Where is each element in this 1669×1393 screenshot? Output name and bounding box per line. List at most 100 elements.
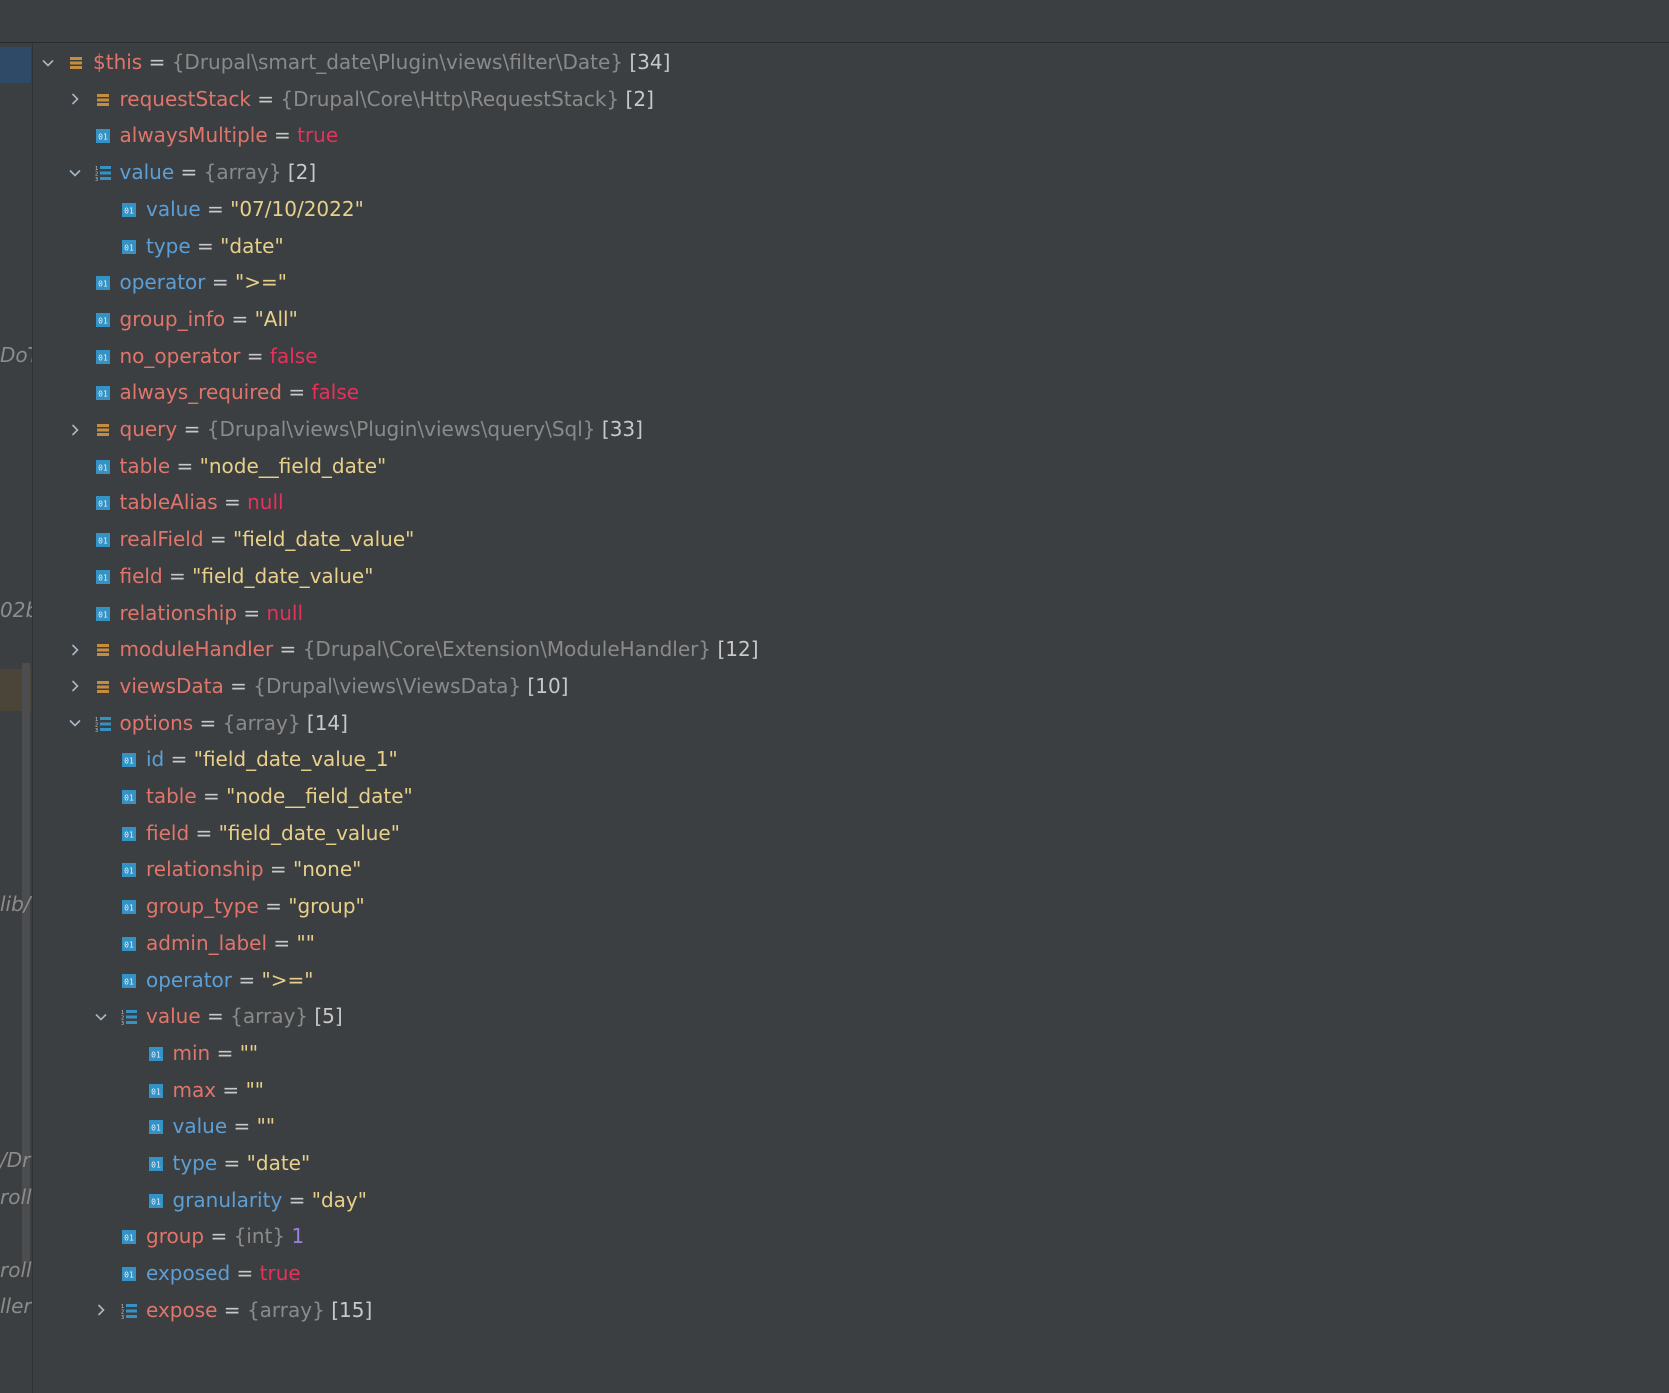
variable-name: no_operator: [119, 343, 241, 368]
variable-value: null: [266, 600, 304, 625]
tree-row[interactable]: $this = {Drupal\smart_date\Plugin\views\…: [33, 43, 1669, 82]
variable-value: null: [247, 490, 284, 515]
variable-name: realField: [119, 527, 204, 552]
equals-sign: =: [232, 967, 262, 992]
debugger-toolbar: [0, 0, 1669, 43]
variable-name: operator: [146, 967, 233, 992]
tree-row[interactable]: moduleHandler = {Drupal\Core\Extension\M…: [33, 630, 1669, 669]
tree-row[interactable]: 01 always_required = false: [33, 373, 1669, 412]
tree-row[interactable]: 01 max = "": [33, 1071, 1669, 1110]
chevron-right-icon[interactable]: [66, 667, 84, 706]
tree-row[interactable]: 01 operator = ">=": [33, 961, 1669, 1000]
chevron-right-icon[interactable]: [92, 1291, 110, 1330]
tree-row[interactable]: 1 2 3 options = {array} [14]: [33, 704, 1669, 743]
tree-row[interactable]: requestStack = {Drupal\Core\Http\Request…: [33, 80, 1669, 119]
variable-name: id: [146, 747, 165, 772]
gutter-scrollbar[interactable]: [22, 663, 30, 1263]
tree-row[interactable]: 01 no_operator = false: [33, 337, 1669, 376]
variable-name: viewsData: [119, 673, 224, 698]
tree-row[interactable]: 01 tableAlias = null: [33, 483, 1669, 522]
equals-sign: =: [237, 600, 267, 625]
tree-row[interactable]: 01 field = "field_date_value": [33, 814, 1669, 853]
variable-entry: requestStack = {Drupal\Core\Http\Request…: [120, 80, 654, 119]
variable-entry: id = "field_date_value_1": [146, 740, 398, 779]
tree-row[interactable]: 01 alwaysMultiple = true: [33, 116, 1669, 155]
object-icon: [94, 91, 112, 109]
tree-row[interactable]: 01 realField = "field_date_value": [33, 520, 1669, 559]
tree-row[interactable]: 01 granularity = "day": [33, 1181, 1669, 1220]
variable-entry: operator = ">=": [120, 263, 287, 302]
variable-name: field: [146, 820, 190, 845]
variable-count: [15]: [331, 1297, 373, 1322]
tree-row[interactable]: 01 table = "node__field_date": [33, 447, 1669, 486]
tree-row[interactable]: 01 value = "07/10/2022": [33, 190, 1669, 229]
variable-count: [2]: [287, 160, 317, 185]
equals-sign: =: [263, 857, 294, 882]
chevron-down-icon[interactable]: [66, 704, 84, 743]
tree-row[interactable]: 01 type = "date": [33, 1144, 1669, 1183]
svg-text:01: 01: [98, 463, 108, 472]
tree-row[interactable]: query = {Drupal\views\Plugin\views\query…: [33, 410, 1669, 449]
svg-text:01: 01: [124, 977, 134, 986]
variable-type: {Drupal\smart_date\Plugin\views\filter\D…: [171, 50, 623, 74]
primitive-value-icon: 01: [147, 1155, 165, 1173]
variable-entry: moduleHandler = {Drupal\Core\Extension\M…: [120, 630, 759, 669]
gutter-code-fragment: /Dr: [0, 1148, 31, 1172]
svg-text:3: 3: [95, 728, 98, 733]
variable-name: always_required: [119, 380, 282, 405]
primitive-value-icon: 01: [94, 531, 112, 549]
equals-sign: =: [240, 343, 270, 368]
variable-entry: group_info = "All": [120, 300, 298, 339]
gutter-code-fragment: 02b: [0, 598, 32, 622]
svg-text:01: 01: [151, 1087, 161, 1096]
tree-row[interactable]: 01 group = {int} 1: [33, 1217, 1669, 1256]
object-icon: [94, 678, 112, 696]
tree-row[interactable]: 1 2 3 value = {array} [5]: [33, 997, 1669, 1036]
tree-row[interactable]: 01 operator = ">=": [33, 263, 1669, 302]
tree-row[interactable]: 01 field = "field_date_value": [33, 557, 1669, 596]
tree-row[interactable]: 1 2 3 value = {array} [2]: [33, 153, 1669, 192]
variable-entry: group_type = "group": [146, 887, 365, 926]
variable-entry: always_required = false: [120, 373, 360, 412]
variable-value: "day": [311, 1187, 367, 1212]
variable-name: moduleHandler: [119, 637, 274, 662]
chevron-down-icon[interactable]: [66, 153, 84, 192]
svg-text:01: 01: [98, 500, 108, 509]
svg-text:01: 01: [151, 1161, 161, 1170]
tree-row[interactable]: 01 group_info = "All": [33, 300, 1669, 339]
primitive-value-icon: 01: [94, 568, 112, 586]
chevron-down-icon[interactable]: [39, 43, 57, 82]
equals-sign: =: [174, 160, 204, 185]
tree-row[interactable]: 01 min = "": [33, 1034, 1669, 1073]
primitive-value-icon: 01: [94, 458, 112, 476]
variable-entry: viewsData = {Drupal\views\ViewsData} [10…: [120, 667, 569, 706]
variable-name: min: [172, 1040, 211, 1065]
variable-type: {int}: [233, 1224, 286, 1249]
variable-value: "node__field_date": [226, 784, 413, 808]
chevron-down-icon[interactable]: [92, 997, 110, 1036]
variable-entry: relationship = "none": [146, 850, 361, 889]
primitive-value-icon: 01: [120, 238, 138, 256]
tree-row[interactable]: 01 relationship = "none": [33, 850, 1669, 889]
chevron-right-icon[interactable]: [66, 410, 84, 449]
tree-row[interactable]: 01 table = "node__field_date": [33, 777, 1669, 816]
tree-row[interactable]: viewsData = {Drupal\views\ViewsData} [10…: [33, 667, 1669, 706]
chevron-right-icon[interactable]: [66, 630, 84, 669]
variable-value: "": [245, 1077, 264, 1102]
chevron-right-icon[interactable]: [66, 80, 84, 119]
equals-sign: =: [196, 784, 227, 808]
tree-row[interactable]: 01 type = "date": [33, 227, 1669, 266]
svg-text:01: 01: [124, 206, 134, 215]
tree-row[interactable]: 1 2 3 expose = {array} [15]: [33, 1291, 1669, 1330]
primitive-value-icon: 01: [120, 825, 138, 843]
variable-entry: exposed = true: [146, 1254, 301, 1293]
tree-row[interactable]: 01 exposed = true: [33, 1254, 1669, 1293]
tree-row[interactable]: 01 value = "": [33, 1107, 1669, 1146]
equals-sign: =: [217, 1297, 247, 1322]
tree-row[interactable]: 01 group_type = "group": [33, 887, 1669, 926]
variable-name: options: [119, 710, 194, 735]
tree-row[interactable]: 01 id = "field_date_value_1": [33, 740, 1669, 779]
tree-row[interactable]: 01 relationship = null: [33, 594, 1669, 633]
array-icon: 123: [120, 1008, 138, 1026]
tree-row[interactable]: 01 admin_label = "": [33, 924, 1669, 963]
